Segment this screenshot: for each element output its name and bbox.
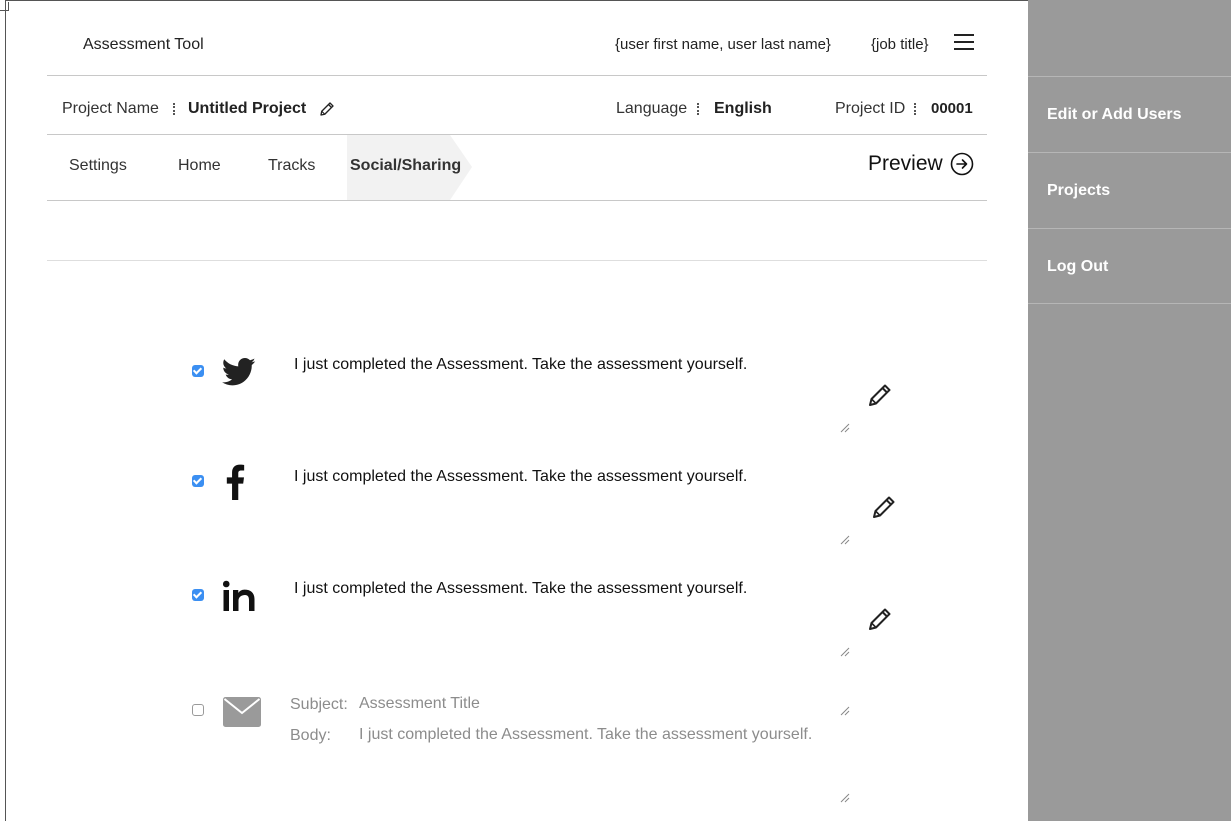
email-share-checkbox[interactable] [192, 704, 204, 716]
app-title: Assessment Tool [83, 36, 204, 53]
project-id-value: 00001 [931, 100, 973, 117]
language-value[interactable]: English [714, 100, 772, 118]
tab-tracks[interactable]: Tracks [268, 157, 315, 175]
header-divider [47, 75, 987, 76]
user-name: {user first name, user last name} [615, 36, 831, 53]
arrow-right-circle-icon[interactable] [950, 152, 974, 176]
tabs-divider [47, 200, 987, 201]
drawer-item-projects[interactable]: Projects [1028, 152, 1231, 228]
drawer-item-edit-users[interactable]: Edit or Add Users [1028, 76, 1231, 152]
corner-marker [0, 2, 9, 11]
facebook-icon [226, 464, 245, 500]
resize-handle-icon[interactable] [838, 791, 850, 803]
side-drawer: Edit or Add Users Projects Log Out [1028, 0, 1231, 821]
envelope-icon [223, 697, 261, 727]
linkedin-icon [222, 580, 255, 611]
email-body-input[interactable]: I just completed the Assessment. Take th… [359, 726, 812, 744]
edit-linkedin-text-pencil-icon[interactable] [866, 605, 894, 633]
drawer-item-log-out[interactable]: Log Out [1028, 228, 1231, 304]
email-subject-label: Subject: [290, 696, 348, 713]
tab-settings[interactable]: Settings [69, 157, 127, 175]
linkedin-share-checkbox[interactable] [192, 589, 204, 601]
preview-button[interactable]: Preview [868, 152, 943, 176]
edit-project-name-pencil-icon[interactable] [318, 100, 336, 118]
job-title: {job title} [871, 36, 929, 53]
edit-twitter-text-pencil-icon[interactable] [866, 381, 894, 409]
email-body-label: Body: [290, 727, 331, 744]
tab-social-sharing[interactable]: Social/Sharing [350, 157, 461, 175]
resize-handle-icon[interactable] [838, 645, 850, 657]
frame-top-border [5, 0, 1029, 1]
resize-handle-icon[interactable] [838, 704, 850, 716]
separator [697, 103, 701, 115]
project-name-value: Untitled Project [188, 100, 307, 117]
linkedin-share-text[interactable]: I just completed the Assessment. Take th… [294, 580, 747, 598]
twitter-share-text[interactable]: I just completed the Assessment. Take th… [294, 356, 747, 374]
frame-left-border [5, 0, 6, 821]
project-id-label: Project ID [835, 100, 906, 117]
resize-handle-icon[interactable] [838, 421, 850, 433]
twitter-share-checkbox[interactable] [192, 365, 204, 377]
project-name-label: Project Name [62, 100, 159, 117]
language-label: Language [616, 100, 688, 117]
facebook-share-text[interactable]: I just completed the Assessment. Take th… [294, 468, 747, 486]
separator [173, 103, 177, 115]
twitter-icon [222, 357, 256, 386]
subheader-divider [47, 260, 987, 261]
tab-home[interactable]: Home [178, 157, 221, 175]
facebook-share-checkbox[interactable] [192, 475, 204, 487]
project-bar-divider [47, 134, 987, 135]
separator [914, 103, 918, 115]
resize-handle-icon[interactable] [838, 533, 850, 545]
edit-facebook-text-pencil-icon[interactable] [870, 493, 898, 521]
email-subject-input[interactable]: Assessment Title [359, 695, 480, 713]
hamburger-menu-icon[interactable] [954, 33, 974, 51]
